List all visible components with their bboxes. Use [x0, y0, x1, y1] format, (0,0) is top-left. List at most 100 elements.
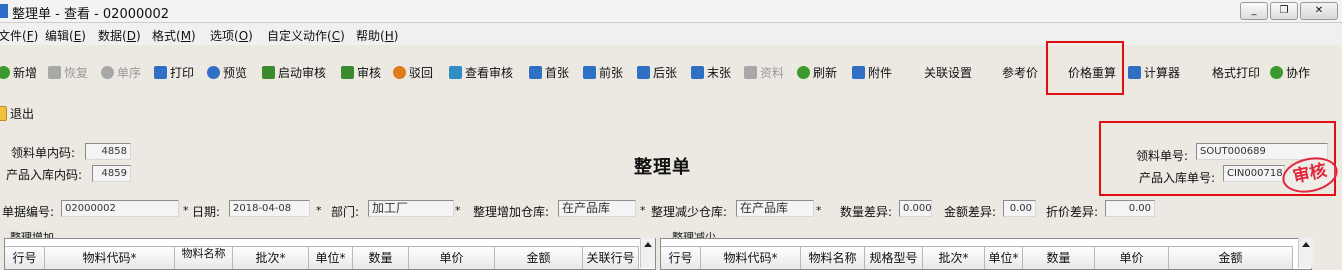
exit-button[interactable]: 退出: [0, 99, 34, 127]
grid-decrease-col-amount[interactable]: 金额: [1169, 246, 1293, 269]
restore-button[interactable]: ❐: [1270, 2, 1298, 20]
restore-label: 恢复: [64, 65, 89, 80]
print-button[interactable]: 打印: [154, 58, 194, 86]
audit-button[interactable]: 审核: [341, 58, 381, 86]
grid-increase-scrollbar[interactable]: [640, 238, 655, 268]
amt-diff-label: 金额差异:: [944, 205, 997, 219]
menu-custom-actions[interactable]: 自定义动作(C): [267, 27, 345, 44]
dept-field[interactable]: 加工厂: [368, 200, 454, 217]
grid-decrease-scrollbar[interactable]: [1298, 238, 1313, 268]
exit-label: 退出: [10, 106, 35, 121]
sort-label: 单序: [117, 65, 142, 80]
minimize-button[interactable]: _: [1240, 2, 1268, 20]
start-audit-label: 启动审核: [278, 65, 327, 80]
collaborate-button[interactable]: 协作: [1270, 58, 1310, 86]
preview-button[interactable]: 预览: [207, 58, 247, 86]
product-inner-code-field[interactable]: 4859: [92, 165, 131, 182]
doc-no-field[interactable]: 02000002: [61, 200, 179, 217]
sort-button[interactable]: 单序: [101, 58, 141, 86]
grid-decrease-col-spec[interactable]: 规格型号: [865, 246, 923, 269]
window-titlebar: 整理单 - 查看 - 02000002 _ ❐ ✕: [0, 0, 1342, 23]
last-label: 末张: [707, 65, 732, 80]
menu-options[interactable]: 选项(O): [210, 27, 253, 44]
menu-help[interactable]: 帮助(H): [356, 27, 398, 44]
ref-price-button[interactable]: 参考价: [1002, 58, 1038, 86]
restore-record-button[interactable]: 恢复: [48, 58, 88, 86]
grid-decrease-col-unit[interactable]: 单位*: [985, 246, 1023, 269]
menu-format-key: M: [180, 29, 192, 43]
people-icon: [1270, 65, 1283, 79]
grid-increase-col-code[interactable]: 物料代码*: [45, 246, 175, 269]
menu-edit[interactable]: 编辑(E): [45, 27, 86, 44]
prev-label: 前张: [599, 65, 624, 80]
receipt-inner-code-field[interactable]: 4858: [85, 143, 131, 160]
disc-diff-field[interactable]: 0.00: [1105, 200, 1155, 217]
link-settings-button[interactable]: 关联设置: [924, 58, 972, 86]
qty-diff-field[interactable]: 0.000: [899, 200, 932, 217]
start-audit-button[interactable]: 启动审核: [262, 58, 326, 86]
attach-button[interactable]: 附件: [852, 58, 892, 86]
clipboard-icon: [262, 65, 275, 79]
print-icon: [154, 65, 167, 79]
first-icon: [529, 65, 542, 79]
grid-increase-col-qty[interactable]: 数量: [353, 246, 409, 269]
menu-custom-label: 自定义动作(: [267, 29, 332, 43]
menu-edit-label: 编辑(: [45, 29, 74, 43]
scroll-up-icon[interactable]: [1302, 242, 1310, 247]
menu-options-label: 选项(: [210, 29, 239, 43]
grid-decrease: 行号 物料代码* 物料名称 规格型号 批次* 单位* 数量 单价 金额: [660, 238, 1312, 270]
grid-decrease-col-price[interactable]: 单价: [1095, 246, 1169, 269]
preview-label: 预览: [223, 65, 248, 80]
menu-format-end: ): [191, 29, 196, 43]
next-label: 后张: [653, 65, 678, 80]
format-print-button[interactable]: 格式打印: [1212, 58, 1260, 86]
view-audit-button[interactable]: 查看审核: [449, 58, 513, 86]
receipt-no-label: 领料单号:: [1136, 149, 1189, 163]
grid-increase-col-link[interactable]: 关联行号: [583, 246, 639, 269]
prev-button[interactable]: 前张: [583, 58, 623, 86]
view-audit-icon: [449, 65, 462, 79]
last-button[interactable]: 末张: [691, 58, 731, 86]
reject-button[interactable]: 驳回: [393, 58, 433, 86]
grid-increase-col-line[interactable]: 行号: [5, 246, 45, 269]
close-button[interactable]: ✕: [1300, 2, 1338, 20]
dec-warehouse-field[interactable]: 在产品库: [736, 200, 814, 217]
amt-diff-field[interactable]: 0.00: [1003, 200, 1036, 217]
grid-decrease-col-code[interactable]: 物料代码*: [701, 246, 801, 269]
menu-custom-end: ): [340, 29, 345, 43]
grid-increase-col-name[interactable]: 物料名称: [175, 246, 233, 269]
highlight-recalc-price: [1046, 41, 1124, 95]
scroll-up-icon[interactable]: [644, 242, 652, 247]
first-button[interactable]: 首张: [529, 58, 569, 86]
required-mark-doc-no: *: [183, 204, 189, 217]
grid-increase-col-unit[interactable]: 单位*: [309, 246, 353, 269]
required-mark-dept: *: [455, 204, 461, 217]
grid-decrease-col-name[interactable]: 物料名称: [801, 246, 865, 269]
new-label: 新增: [13, 65, 38, 80]
date-field[interactable]: 2018-04-08: [229, 200, 310, 217]
data-button[interactable]: 资料: [744, 58, 784, 86]
print-label: 打印: [170, 65, 195, 80]
grid-increase-col-amount[interactable]: 金额: [495, 246, 583, 269]
menu-data-end: ): [135, 29, 141, 43]
refresh-button[interactable]: 刷新: [797, 58, 837, 86]
menu-file[interactable]: 文件(F): [0, 27, 38, 44]
grid-decrease-col-line[interactable]: 行号: [661, 246, 701, 269]
product-no-field[interactable]: CIN000718: [1223, 165, 1285, 182]
menu-help-label: 帮助(: [356, 29, 385, 43]
required-mark-dec-wh: *: [816, 204, 822, 217]
menu-data[interactable]: 数据(D): [98, 27, 141, 44]
grid-decrease-col-batch[interactable]: 批次*: [923, 246, 985, 269]
grid-decrease-col-qty[interactable]: 数量: [1023, 246, 1095, 269]
grid-increase-col-price[interactable]: 单价: [409, 246, 495, 269]
ref-price-label: 参考价: [1002, 65, 1039, 80]
format-print-label: 格式打印: [1212, 65, 1261, 80]
menu-format[interactable]: 格式(M): [152, 27, 196, 44]
calculator-button[interactable]: 计算器: [1128, 58, 1180, 86]
grid-increase-col-batch[interactable]: 批次*: [233, 246, 309, 269]
inc-warehouse-field[interactable]: 在产品库: [558, 200, 636, 217]
app-icon: [0, 4, 8, 18]
next-icon: [637, 65, 650, 79]
next-button[interactable]: 后张: [637, 58, 677, 86]
new-button[interactable]: 新增: [0, 58, 37, 86]
